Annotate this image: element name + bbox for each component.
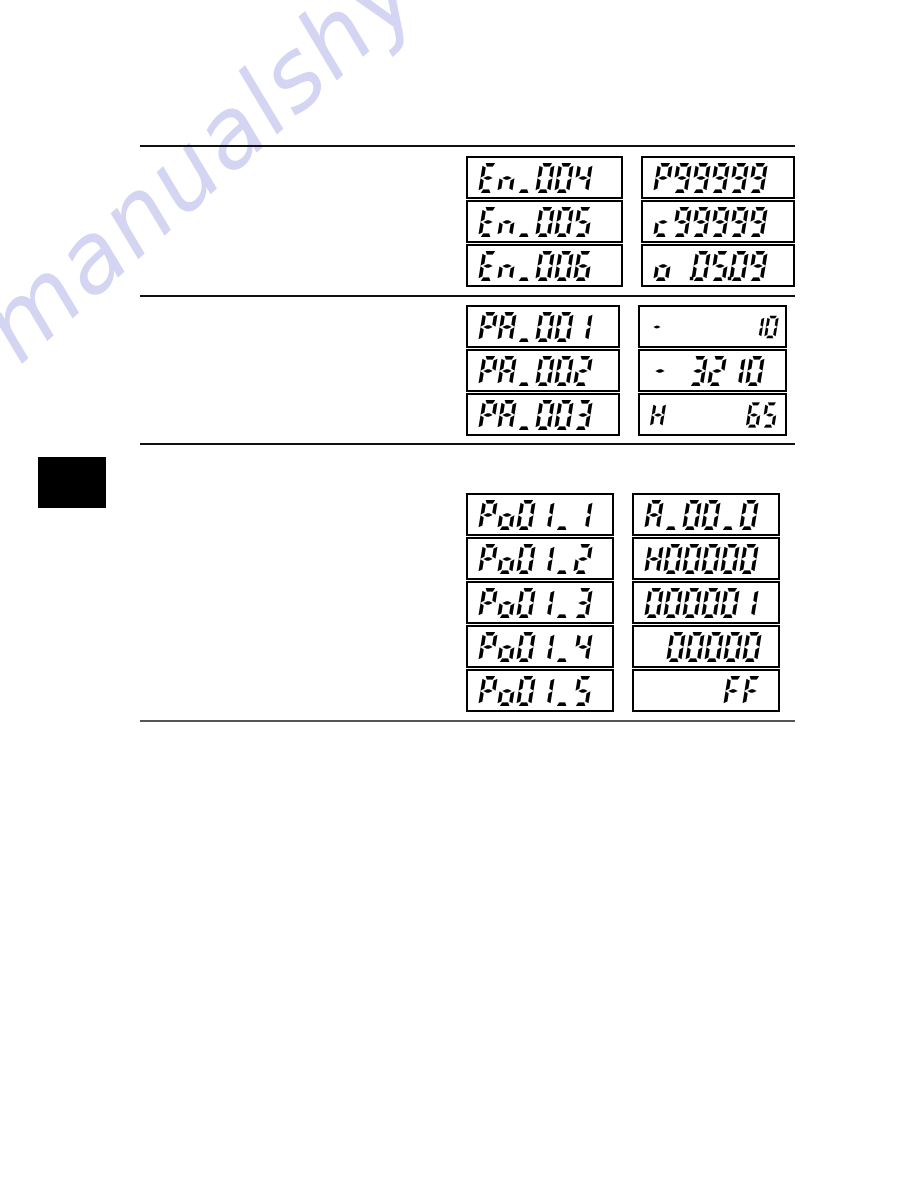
lcd-code-display (466, 493, 614, 536)
rule-middle (140, 295, 795, 297)
encoder-display-group (466, 156, 795, 287)
lcd-code-display (466, 581, 614, 624)
display-row (466, 493, 780, 536)
display-row (466, 244, 795, 287)
lcd-value-display (638, 349, 787, 392)
lcd-code-display (466, 537, 614, 580)
lcd-code-display (466, 244, 623, 287)
lcd-value-display (641, 156, 795, 199)
display-row (466, 669, 780, 712)
rule-bottom (140, 720, 795, 722)
lcd-value-display (632, 625, 780, 668)
monitor-display-group (466, 493, 780, 712)
lcd-value-display (638, 305, 787, 348)
lcd-code-display (466, 393, 620, 436)
display-row (466, 537, 780, 580)
parameter-display-group (466, 305, 787, 436)
lcd-value-display (632, 669, 780, 712)
lcd-value-display (632, 537, 780, 580)
lcd-code-display (466, 669, 614, 712)
lcd-value-display (641, 244, 795, 287)
lcd-value-display (632, 493, 780, 536)
rule-third (140, 443, 795, 445)
display-row (466, 349, 787, 392)
lcd-value-display (632, 581, 780, 624)
lcd-value-display (638, 393, 787, 436)
display-row (466, 393, 787, 436)
display-row (466, 581, 780, 624)
display-row (466, 625, 780, 668)
lcd-code-display (466, 349, 620, 392)
lcd-code-display (466, 200, 623, 243)
lcd-code-display (466, 305, 620, 348)
manual-page: manualshyve.com (0, 0, 918, 1188)
lcd-code-display (466, 156, 623, 199)
display-row (466, 305, 787, 348)
section-tab-marker (38, 457, 106, 508)
lcd-value-display (641, 200, 795, 243)
display-row (466, 156, 795, 199)
rule-top (140, 145, 795, 147)
display-row (466, 200, 795, 243)
lcd-code-display (466, 625, 614, 668)
